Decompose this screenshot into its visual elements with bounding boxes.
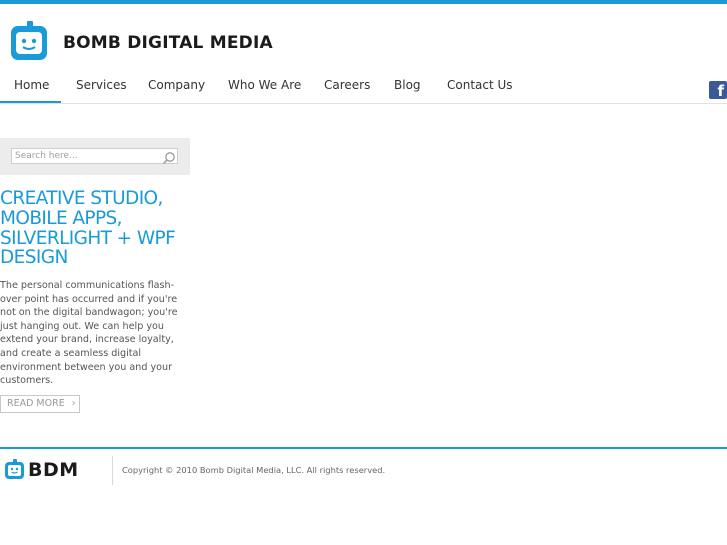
nav-divider	[0, 103, 727, 104]
footer-logo[interactable]: BDM	[5, 459, 95, 481]
chevron-right-icon: ›	[71, 398, 76, 409]
bomb-robot-icon	[11, 21, 47, 60]
top-accent-bar	[0, 0, 727, 4]
nav-active-indicator	[0, 101, 61, 103]
headline-line: SILVERLIGHT + WPF	[0, 227, 176, 249]
footer-logo-text: BDM	[28, 459, 79, 481]
nav-item-blog[interactable]: Blog	[394, 78, 421, 92]
footer-divider-line	[0, 447, 727, 449]
site-logo[interactable]: BOMB DIGITAL MEDIA	[10, 21, 280, 63]
nav-item-services[interactable]: Services	[76, 78, 127, 92]
footer-vertical-divider	[112, 456, 113, 485]
feature-description: The personal communications flash-over p…	[0, 280, 178, 387]
copyright-text: Copyright © 2010 Bomb Digital Media, LLC…	[122, 465, 386, 475]
read-more-label: READ MORE	[7, 398, 65, 409]
nav-item-contact-us[interactable]: Contact Us	[447, 78, 513, 92]
headline-line: MOBILE APPS,	[0, 207, 123, 229]
nav-item-who-we-are[interactable]: Who We Are	[228, 78, 301, 92]
feature-headline: CREATIVE STUDIO, MOBILE APPS, SILVERLIGH…	[0, 189, 180, 268]
facebook-icon[interactable]: f	[709, 81, 727, 99]
nav-item-company[interactable]: Company	[148, 78, 205, 92]
search-icon[interactable]	[162, 151, 176, 165]
bomb-robot-small-icon	[5, 459, 24, 479]
logo-text: BOMB DIGITAL MEDIA	[63, 33, 273, 53]
headline-line: DESIGN	[0, 247, 68, 269]
search-input[interactable]	[11, 148, 178, 164]
nav-item-careers[interactable]: Careers	[324, 78, 370, 92]
read-more-button[interactable]: READ MORE ›	[0, 395, 80, 413]
nav-item-home[interactable]: Home	[14, 78, 49, 92]
headline-line: CREATIVE STUDIO,	[0, 188, 163, 209]
